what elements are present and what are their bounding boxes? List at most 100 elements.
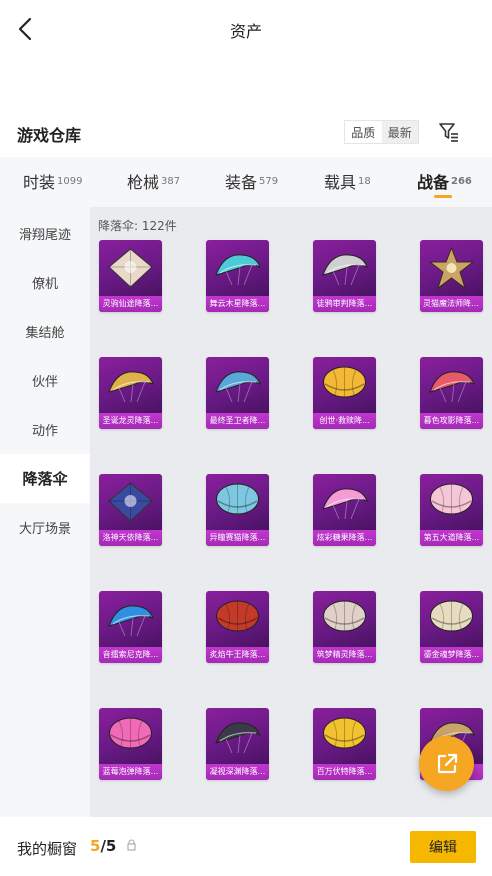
parachute-card[interactable]: 暮色攻影降落... — [420, 357, 483, 429]
sidebar-item-wingman[interactable]: 僚机 — [0, 258, 90, 307]
parachute-card[interactable]: 蓝莓泡弹降落... — [99, 708, 162, 780]
card-caption: 音擂索尼克降... — [99, 647, 162, 663]
parachute-icon — [430, 483, 473, 515]
sidebar-item-glide-trail[interactable]: 滑翔尾迹 — [0, 209, 90, 258]
bottom-bar: 我的橱窗 5/5 编辑 — [0, 817, 492, 876]
parachute-icon — [430, 600, 473, 632]
sort-toggle: 品质 最新 — [344, 120, 419, 144]
filter-button[interactable] — [436, 119, 462, 145]
parachute-icon — [322, 488, 368, 520]
sort-option-latest[interactable]: 最新 — [381, 121, 418, 143]
tab-label: 战备 — [417, 173, 450, 192]
parachute-icon — [215, 722, 261, 754]
share-button[interactable] — [419, 736, 474, 791]
sidebar-item-lobby-scene[interactable]: 大厅场景 — [0, 503, 90, 552]
card-caption: 创世·救赎降... — [313, 413, 376, 429]
parachute-card[interactable]: 徒鸦审判降落... — [313, 240, 376, 312]
card-caption: 徒鸦审判降落... — [313, 296, 376, 312]
edit-button[interactable]: 编辑 — [410, 831, 476, 863]
card-caption: 炙焰牛王降落... — [206, 647, 269, 663]
top-bar: 资产 — [0, 0, 492, 58]
tab-count: 18 — [358, 176, 371, 187]
parachute-card[interactable]: 凝视深渊降落... — [206, 708, 269, 780]
parachute-icon — [215, 254, 261, 286]
parachute-icon — [323, 717, 366, 749]
parachute-card[interactable]: 圣诞龙灵降落... — [99, 357, 162, 429]
active-tab-indicator — [434, 195, 452, 198]
parachute-icon — [323, 600, 366, 632]
parachute-icon — [108, 248, 153, 288]
card-caption: 灵驹仙途降落... — [99, 296, 162, 312]
parachute-icon — [323, 366, 366, 398]
parachute-card[interactable]: 鎏金魂梦降落... — [420, 591, 483, 663]
sidebar-item-parachute[interactable]: 降落伞 — [0, 454, 90, 503]
tab-fashion[interactable]: 时装 1099 — [23, 169, 82, 193]
card-caption: 异瞳赛猫降落... — [206, 530, 269, 546]
card-caption: 第五大道降落... — [420, 530, 483, 546]
showcase-count-current: 5 — [90, 837, 101, 855]
sidebar-item-pod[interactable]: 集结舱 — [0, 307, 90, 356]
card-caption: 炫彩糖果降落... — [313, 530, 376, 546]
tab-equipment[interactable]: 装备 579 — [225, 169, 278, 193]
parachute-card[interactable]: 炙焰牛王降落... — [206, 591, 269, 663]
tab-label: 枪械 — [127, 173, 160, 192]
card-caption: 百万伏特降落... — [313, 764, 376, 780]
sidebar-item-emote[interactable]: 动作 — [0, 405, 90, 454]
parachute-card[interactable]: 第五大道降落... — [420, 474, 483, 546]
card-caption: 鎏金魂梦降落... — [420, 647, 483, 663]
section-title: 游戏仓库 — [17, 126, 82, 145]
parachute-icon — [109, 717, 152, 749]
parachute-card[interactable]: 音擂索尼克降... — [99, 591, 162, 663]
lock-icon — [127, 839, 136, 851]
category-tabs: 时装 1099 枪械 387 装备 579 载具 18 战备 266 — [0, 157, 492, 207]
tab-label: 装备 — [225, 173, 258, 192]
showcase-label: 我的橱窗 — [17, 840, 78, 858]
sidebar: 滑翔尾迹 僚机 集结舱 伙伴 动作 降落伞 大厅场景 — [0, 207, 90, 817]
parachute-icon — [215, 371, 261, 403]
parachute-card[interactable]: 筑梦精灵降落... — [313, 591, 376, 663]
tab-weapons[interactable]: 枪械 387 — [127, 169, 180, 193]
tab-count: 387 — [161, 176, 181, 187]
parachute-card[interactable]: 洛神天依降落... — [99, 474, 162, 546]
parachute-icon — [216, 600, 259, 632]
tab-battle-gear[interactable]: 战备 266 — [417, 169, 472, 193]
card-caption: 最终圣卫者降... — [206, 413, 269, 429]
parachute-card[interactable]: 异瞳赛猫降落... — [206, 474, 269, 546]
parachute-card[interactable]: 灵驹仙途降落... — [99, 240, 162, 312]
card-caption: 洛神天依降落... — [99, 530, 162, 546]
card-caption: 灵猫魔法师降落... — [420, 296, 483, 312]
parachute-icon — [108, 482, 153, 522]
card-caption: 舞云木星降落... — [206, 296, 269, 312]
parachute-icon — [429, 371, 475, 403]
parachute-icon — [322, 254, 368, 286]
parachute-card[interactable]: 最终圣卫者降... — [206, 357, 269, 429]
sort-option-quality[interactable]: 品质 — [345, 121, 382, 143]
page-title: 资产 — [229, 22, 262, 41]
parachute-icon — [216, 483, 259, 515]
tab-vehicles[interactable]: 载具 18 — [324, 169, 371, 193]
item-count: 降落伞: 122件 — [98, 219, 177, 233]
card-caption: 圣诞龙灵降落... — [99, 413, 162, 429]
parachute-icon — [428, 246, 475, 290]
tab-count: 579 — [259, 176, 279, 187]
showcase-count: 5/5 — [90, 837, 116, 855]
showcase-count-total: /5 — [100, 837, 117, 855]
external-link-icon — [437, 753, 457, 773]
parachute-card[interactable]: 百万伏特降落... — [313, 708, 376, 780]
card-caption: 暮色攻影降落... — [420, 413, 483, 429]
card-caption: 凝视深渊降落... — [206, 764, 269, 780]
parachute-card[interactable]: 舞云木星降落... — [206, 240, 269, 312]
card-caption: 蓝莓泡弹降落... — [99, 764, 162, 780]
tab-count: 1099 — [57, 176, 83, 187]
tab-label: 时装 — [23, 173, 56, 192]
parachute-icon — [108, 605, 154, 637]
parachute-card[interactable]: 创世·救赎降... — [313, 357, 376, 429]
parachute-card[interactable]: 灵猫魔法师降落... — [420, 240, 483, 312]
section-header: 游戏仓库 品质 最新 — [0, 112, 492, 152]
card-caption: 筑梦精灵降落... — [313, 647, 376, 663]
tab-count: 266 — [451, 176, 472, 187]
parachute-card[interactable]: 炫彩糖果降落... — [313, 474, 376, 546]
sidebar-item-companion[interactable]: 伙伴 — [0, 356, 90, 405]
parachute-icon — [108, 371, 154, 403]
filter-icon — [439, 123, 458, 142]
